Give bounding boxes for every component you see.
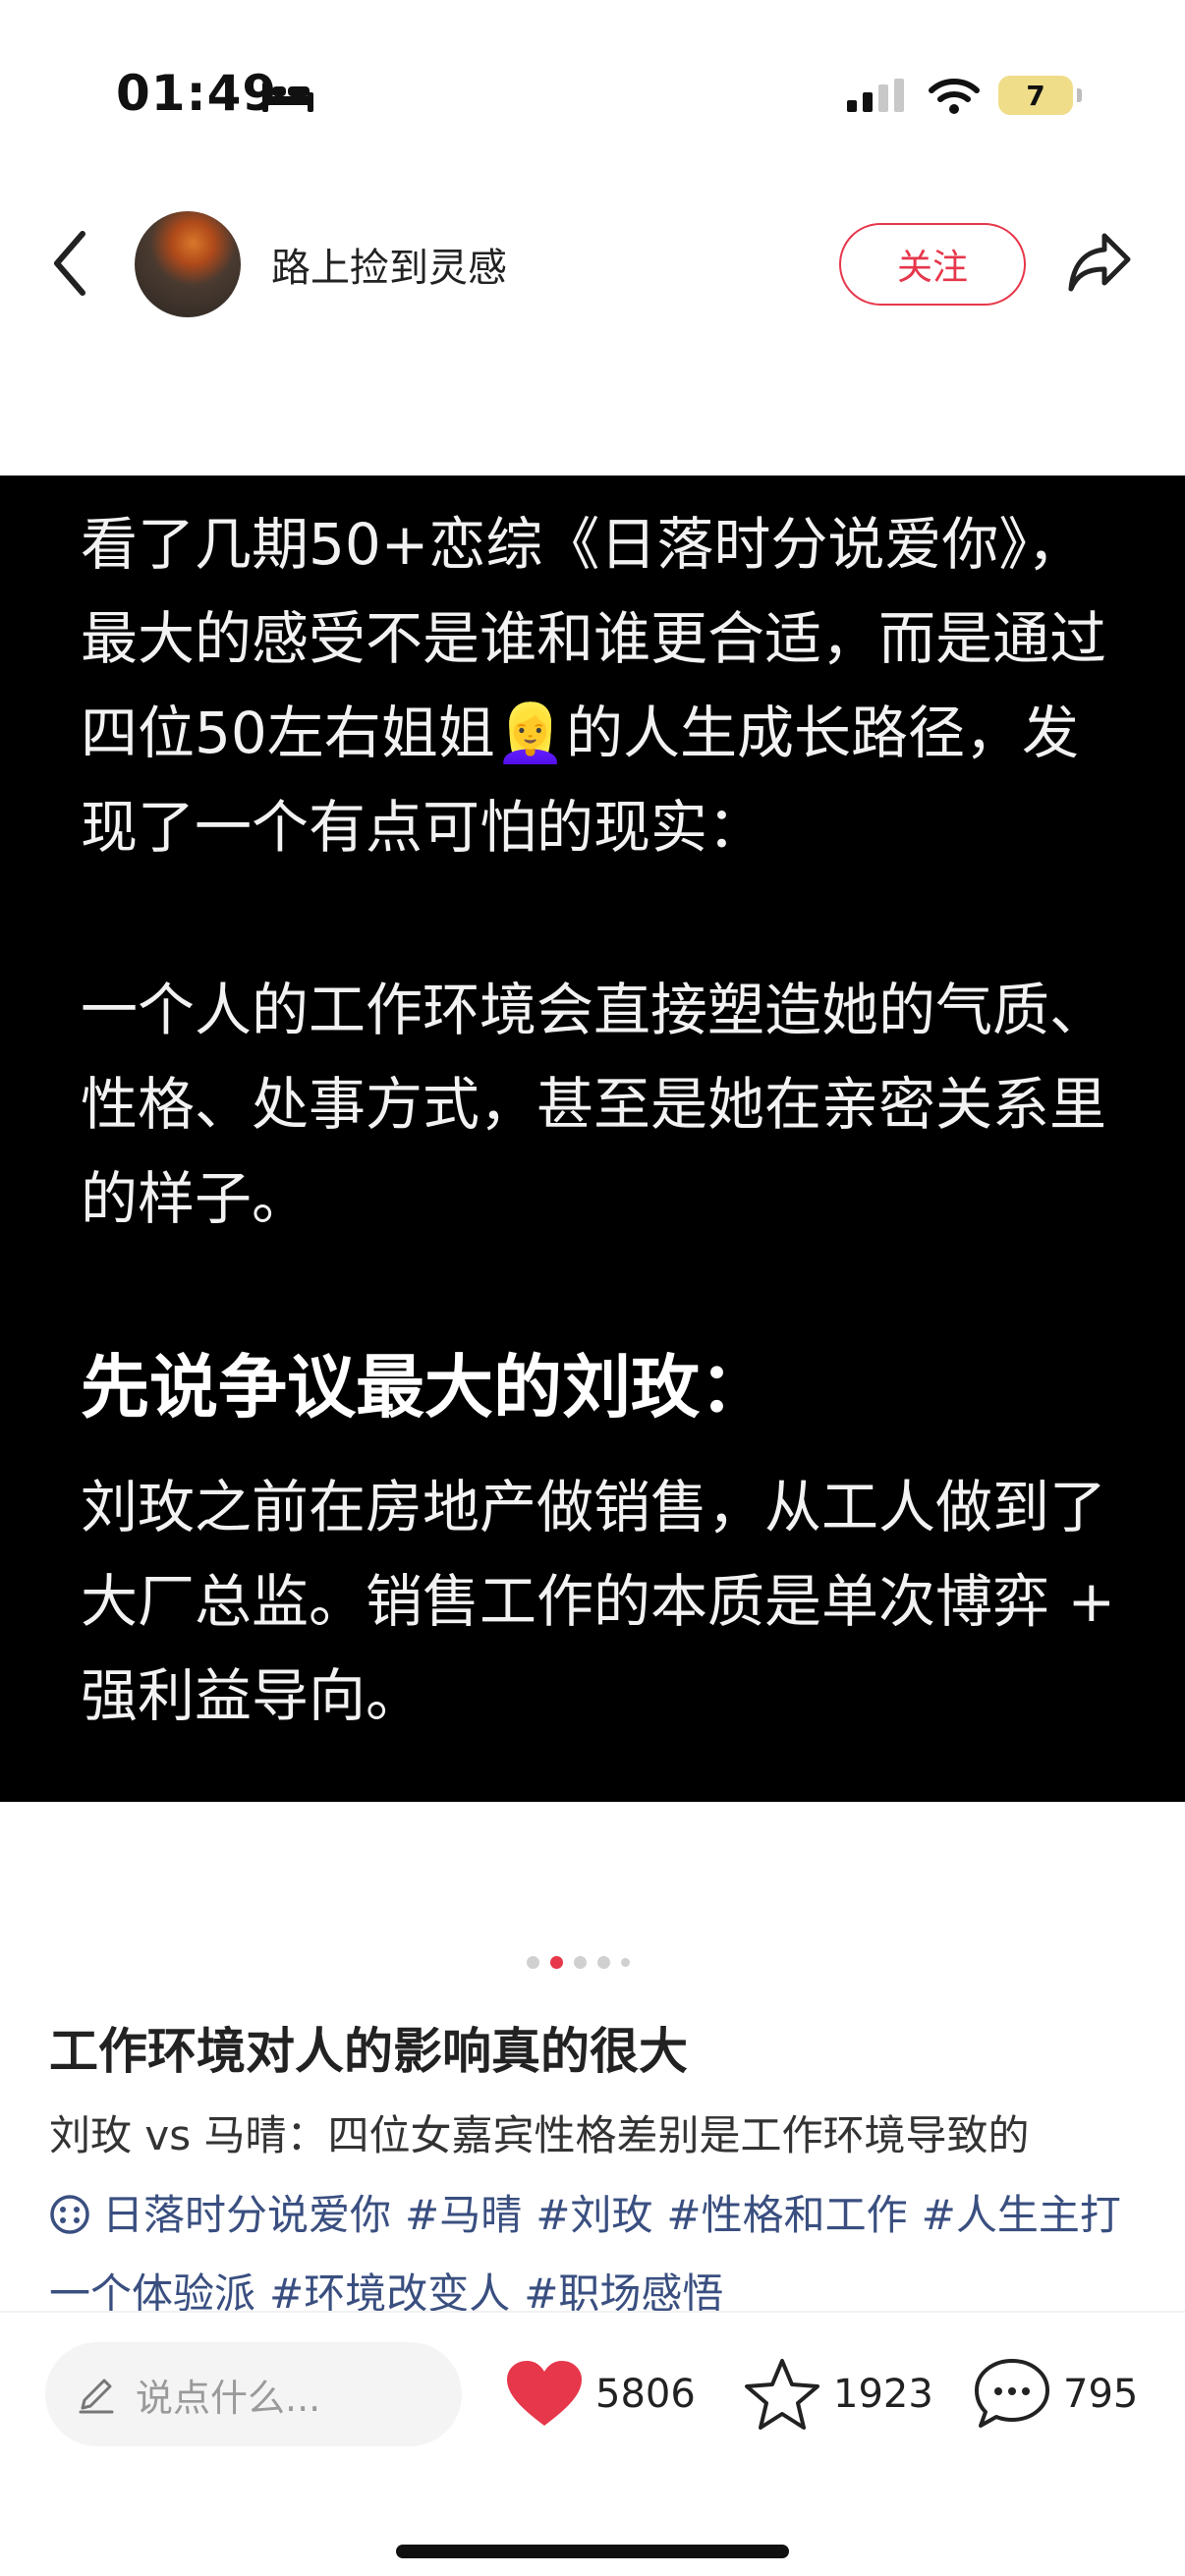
pencil-icon — [79, 2379, 114, 2414]
carousel-dot — [597, 1955, 610, 1969]
author-avatar[interactable] — [135, 211, 241, 317]
back-arrow-icon[interactable] — [49, 228, 92, 299]
hashtag[interactable]: #马晴 — [405, 2191, 522, 2239]
comment-count: 795 — [1063, 2372, 1139, 2417]
sleep-mode-icon — [262, 83, 313, 112]
favorite-count: 1923 — [833, 2372, 933, 2417]
image-paragraph: 刘玫之前在房地产做销售，从工人做到了大厂总监。销售工作的本质是单次博弈 + 强利… — [81, 1474, 1116, 1729]
comment-input[interactable]: 说点什么... — [45, 2342, 462, 2446]
carousel-indicator — [527, 1955, 630, 1969]
image-paragraph: 看了几期50+恋综《日落时分说爱你》，最大的感受不是谁和谁更合适，而是通过四位5… — [81, 511, 1107, 861]
cellular-signal-icon — [847, 79, 904, 112]
divider — [0, 2311, 1185, 2313]
like-count: 5806 — [595, 2372, 696, 2417]
status-time: 01:49 — [116, 65, 278, 122]
carousel-dot — [527, 1955, 539, 1969]
like-button[interactable]: 5806 — [505, 2350, 696, 2438]
hashtag[interactable]: #刘玫 — [536, 2191, 652, 2239]
battery-indicator: 7 — [998, 76, 1073, 115]
home-indicator[interactable] — [396, 2545, 789, 2558]
heart-icon — [507, 2361, 582, 2426]
share-icon[interactable] — [1065, 230, 1134, 295]
follow-button[interactable]: 关注 — [839, 223, 1026, 306]
image-heading: 先说争议最大的刘玫： — [81, 1347, 768, 1428]
wifi-icon — [929, 79, 980, 114]
author-name[interactable]: 路上捡到灵感 — [271, 236, 507, 293]
carousel-dot — [621, 1957, 630, 1967]
status-bar: 01:49 7 — [0, 0, 1185, 196]
post-description: 刘玫 vs 马晴：四位女嘉宾性格差别是工作环境导致的 — [49, 2111, 1030, 2159]
comment-bubble-icon — [975, 2359, 1049, 2428]
favorite-button[interactable]: 1923 — [743, 2350, 933, 2438]
carousel-dot — [574, 1955, 587, 1969]
topic-tag[interactable]: 日落时分说爱你 — [102, 2191, 391, 2239]
post-tags: 日落时分说爱你 #马晴 #刘玫 #性格和工作 #人生主打一个体验派 #环境改变人 #职场感悟 — [49, 2176, 1140, 2333]
post-title: 工作环境对人的影响真的很大 — [49, 2023, 688, 2080]
comment-button[interactable]: 795 — [973, 2350, 1138, 2438]
hashtag[interactable]: #性格和工作 — [666, 2191, 907, 2239]
carousel-dot-active — [550, 1955, 563, 1969]
image-paragraph: 一个人的工作环境会直接塑造她的气质、性格、处事方式，甚至是她在亲密关系里的样子。 — [81, 977, 1107, 1232]
battery-tip — [1077, 88, 1082, 102]
comment-placeholder: 说点什么... — [136, 2376, 321, 2420]
topic-icon — [50, 2195, 89, 2234]
star-icon — [745, 2359, 819, 2430]
